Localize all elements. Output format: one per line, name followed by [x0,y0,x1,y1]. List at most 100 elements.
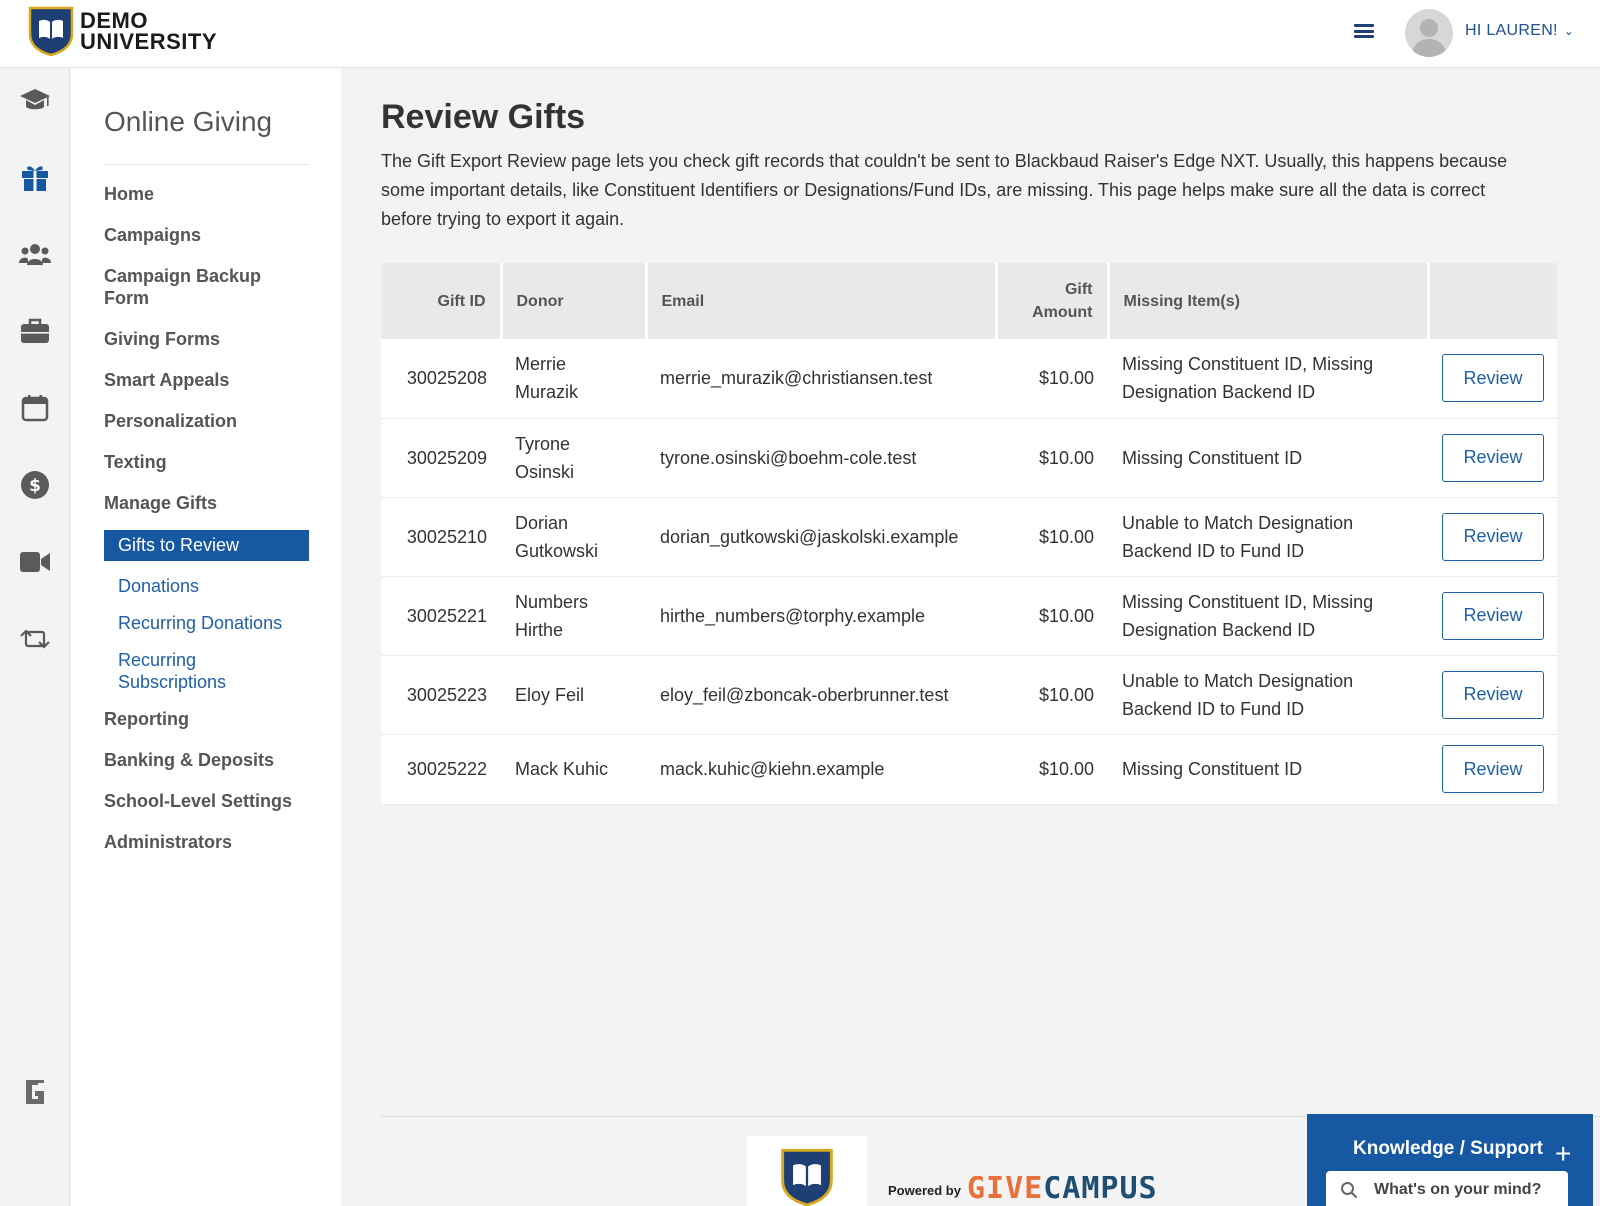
video-icon[interactable] [17,544,53,580]
givecampus-wordmark: GIVECAMPUS [966,1176,1158,1202]
donor-cell: Mack Kuhic [501,734,646,805]
user-greeting: HI LAUREN! [1465,22,1558,39]
email-cell: mack.kuhic@kiehn.example [646,734,996,805]
footer-logo [747,1136,867,1206]
review-button[interactable]: Review [1442,670,1544,719]
top-header: DEMO UNIVERSITY HI LAUREN! ⌄ [0,0,1600,68]
review-button[interactable]: Review [1442,591,1544,640]
page-description: The Gift Export Review page lets you che… [381,151,1508,229]
university-logo[interactable]: DEMO UNIVERSITY [28,6,217,56]
icon-rail: $ [0,68,70,1206]
amount-cell: $10.00 [996,339,1108,419]
dollar-icon[interactable]: $ [17,467,53,503]
review-button[interactable]: Review [1442,433,1544,482]
sidebar-item-reporting[interactable]: Reporting [104,708,309,730]
support-search [1326,1171,1568,1206]
avatar[interactable] [1405,9,1453,57]
sidebar-item-personalization[interactable]: Personalization [104,410,309,432]
sidebar-title: Online Giving [104,106,273,137]
table-row: 30025222 Mack Kuhic mack.kuhic@kiehn.exa… [381,734,1557,805]
column-header-gift-id: Gift ID [381,263,503,339]
email-cell: merrie_murazik@christiansen.test [646,339,996,419]
donor-cell: Merrie Murazik [501,339,646,419]
graduation-cap-icon[interactable] [17,82,53,118]
powered-by-givecampus[interactable]: Powered by GIVECAMPUS [888,1176,1158,1202]
column-header-gift-amount: Gift Amount [996,263,1110,339]
sidebar-item-donations[interactable]: Donations [118,575,309,597]
sidebar-item-banking-deposits[interactable]: Banking & Deposits [104,749,309,771]
support-title: Knowledge / Support [1353,1138,1543,1159]
missing-items-cell: Missing Constituent ID, Missing Designat… [1108,339,1428,419]
sidebar-item-campaigns[interactable]: Campaigns [104,224,309,246]
column-header-email: Email [646,263,998,339]
sidebar-nav: Home Campaigns Campaign Backup Form Givi… [104,183,309,872]
review-button[interactable]: Review [1442,354,1544,403]
sidebar-item-smart-appeals[interactable]: Smart Appeals [104,369,309,391]
sidebar-item-texting[interactable]: Texting [104,451,309,473]
sidebar-item-school-level-settings[interactable]: School-Level Settings [104,790,309,812]
amount-cell: $10.00 [996,576,1108,656]
table-header-row: Gift ID Donor Email Gift Amount Missing … [381,263,1557,339]
sync-icon[interactable] [17,621,53,657]
missing-items-cell: Unable to Match Designation Backend ID t… [1108,655,1428,735]
briefcase-icon[interactable] [17,313,53,349]
email-cell: tyrone.osinski@boehm-cole.test [646,418,996,498]
sidebar-item-home[interactable]: Home [104,183,309,205]
sidebar-item-campaign-backup-form[interactable]: Campaign Backup Form [104,265,309,309]
gift-id-cell: 30025208 [381,339,501,419]
email-cell: hirthe_numbers@torphy.example [646,576,996,656]
sidebar-item-administrators[interactable]: Administrators [104,831,309,853]
column-header-actions [1428,263,1557,339]
amount-cell: $10.00 [996,655,1108,735]
support-search-input[interactable] [1374,1181,1554,1199]
chevron-down-icon: ⌄ [1563,24,1575,38]
users-icon[interactable] [17,236,53,272]
plus-icon[interactable]: + [1555,1140,1571,1168]
sidebar-item-recurring-subscriptions[interactable]: Recurring Subscriptions [118,649,309,693]
gifts-table: Gift ID Donor Email Gift Amount Missing … [381,263,1557,805]
donor-cell: Dorian Gutkowski [501,497,646,577]
shield-logo-icon [781,1148,833,1206]
givecampus-g-icon[interactable] [17,1074,53,1110]
sidebar-divider [104,164,309,165]
sidebar-item-manage-gifts[interactable]: Manage Gifts [104,492,309,514]
review-button[interactable]: Review [1442,745,1544,793]
table-row: 30025221 Numbers Hirthe hirthe_numbers@t… [381,576,1557,656]
column-header-missing-items: Missing Item(s) [1108,263,1430,339]
gift-id-cell: 30025210 [381,497,501,577]
menu-icon[interactable] [1354,22,1374,40]
review-button[interactable]: Review [1442,512,1544,561]
missing-items-cell: Missing Constituent ID [1108,734,1428,805]
donor-cell: Tyrone Osinski [501,418,646,498]
missing-items-cell: Missing Constituent ID [1108,418,1428,498]
sidebar-item-recurring-donations[interactable]: Recurring Donations [118,612,309,634]
logo-line-2: UNIVERSITY [80,29,218,54]
main-content: Review Gifts The Gift Export Review page… [341,68,1600,1206]
sidebar-item-gifts-to-review[interactable]: Gifts to Review [104,530,309,561]
gift-id-cell: 30025223 [381,655,501,735]
table-row: 30025209 Tyrone Osinski tyrone.osinski@b… [381,418,1557,498]
table-row: 30025208 Merrie Murazik merrie_murazik@c… [381,339,1557,419]
donor-cell: Numbers Hirthe [501,576,646,656]
calendar-icon[interactable] [17,390,53,426]
powered-by-label: Powered by [888,1183,961,1198]
sidebar: Online Giving Home Campaigns Campaign Ba… [71,68,341,1206]
email-cell: eloy_feil@zboncak-oberbrunner.test [646,655,996,735]
table-row: 30025210 Dorian Gutkowski dorian_gutkows… [381,497,1557,577]
amount-cell: $10.00 [996,418,1108,498]
gift-icon[interactable] [17,159,53,195]
logo-line-1: DEMO [80,8,148,33]
gift-id-cell: 30025222 [381,734,501,805]
donor-cell: Eloy Feil [501,655,646,735]
search-icon [1341,1182,1358,1199]
sidebar-item-giving-forms[interactable]: Giving Forms [104,328,309,350]
table-row: 30025223 Eloy Feil eloy_feil@zboncak-obe… [381,655,1557,735]
page-title: Review Gifts [381,98,586,136]
support-widget[interactable]: Knowledge / Support + [1307,1114,1593,1206]
email-cell: dorian_gutkowski@jaskolski.example [646,497,996,577]
shield-logo-icon [28,6,74,56]
missing-items-cell: Missing Constituent ID, Missing Designat… [1108,576,1428,656]
user-menu[interactable]: HI LAUREN! ⌄ [1465,22,1574,40]
missing-items-cell: Unable to Match Designation Backend ID t… [1108,497,1428,577]
gift-id-cell: 30025209 [381,418,501,498]
